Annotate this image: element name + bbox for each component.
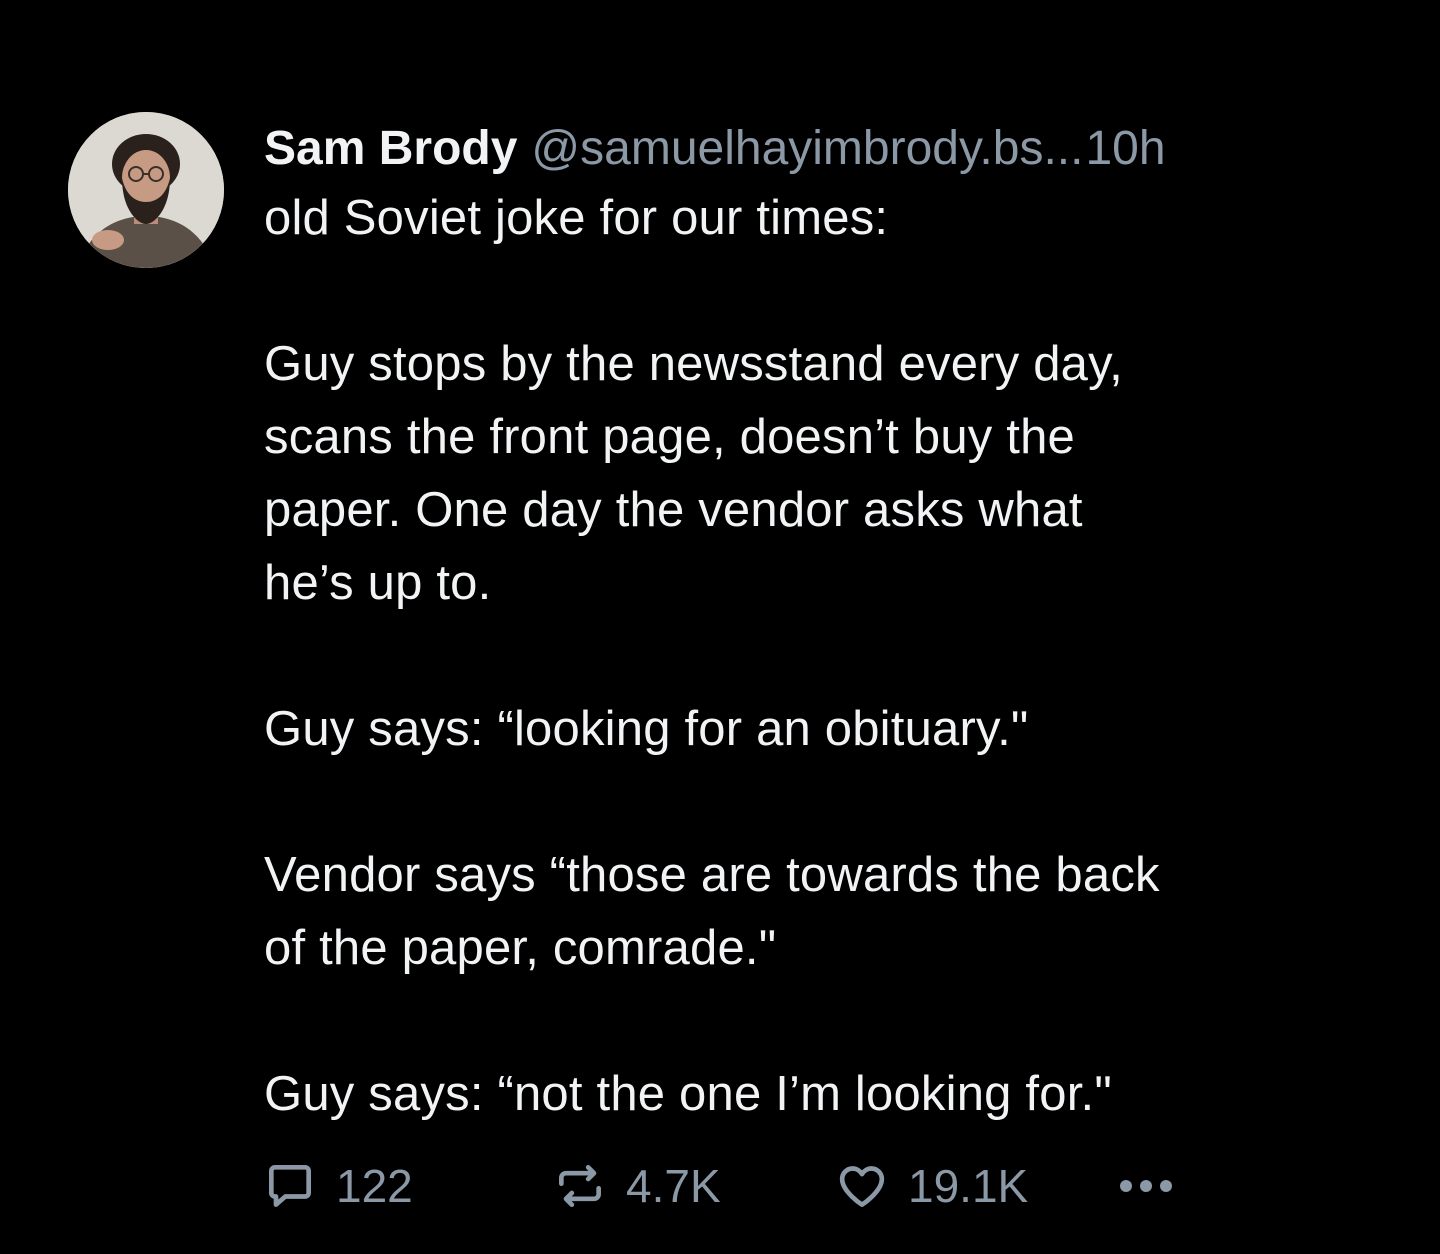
avatar[interactable] <box>68 112 224 268</box>
reply-count: 122 <box>336 1160 413 1212</box>
author-display-name[interactable]: Sam Brody <box>264 116 517 182</box>
post-line: scans the front page, doesn’t buy the <box>264 410 1075 464</box>
post-actions: 122 4.7K 19.1K <box>262 1156 1262 1216</box>
post-paragraph: Vendor says “those are towards the back … <box>264 839 1404 985</box>
post-body: old Soviet joke for our times: Guy stops… <box>264 182 1404 1131</box>
repost-icon <box>559 1165 601 1207</box>
post: Sam Brody @samuelhayimbrody.bs... 10h ol… <box>0 0 1440 1254</box>
like-count: 19.1K <box>908 1160 1029 1212</box>
post-line: old Soviet joke for our times: <box>264 191 889 245</box>
reply-button[interactable]: 122 <box>262 1156 413 1216</box>
post-paragraph: Guy says: “not the one I’m looking for." <box>264 1058 1404 1131</box>
post-paragraph: Guy stops by the newsstand every day, sc… <box>264 328 1404 620</box>
post-paragraph: Guy says: “looking for an obituary." <box>264 693 1404 766</box>
post-content: Sam Brody @samuelhayimbrody.bs... 10h ol… <box>264 116 1404 1131</box>
author-handle[interactable]: @samuelhayimbrody.bs... <box>531 116 1083 182</box>
heart-icon <box>839 1166 885 1207</box>
reply-icon <box>269 1165 311 1207</box>
like-button[interactable]: 19.1K <box>834 1156 1028 1216</box>
repost-button[interactable]: 4.7K <box>552 1156 721 1216</box>
more-icon <box>1120 1180 1172 1192</box>
post-line: Guy says: “not the one I’m looking for." <box>264 1067 1112 1121</box>
post-line: Vendor says “those are towards the back <box>264 848 1160 902</box>
post-line: he’s up to. <box>264 556 492 610</box>
avatar-image <box>68 112 224 268</box>
post-line: of the paper, comrade." <box>264 921 777 975</box>
repost-count: 4.7K <box>626 1160 721 1212</box>
post-header: Sam Brody @samuelhayimbrody.bs... 10h <box>264 116 1404 182</box>
post-line: Guy stops by the newsstand every day, <box>264 337 1123 391</box>
post-line: Guy says: “looking for an obituary." <box>264 702 1029 756</box>
post-timestamp[interactable]: 10h <box>1085 116 1165 182</box>
post-paragraph: old Soviet joke for our times: <box>264 182 1404 255</box>
more-options-button[interactable] <box>1114 1156 1178 1216</box>
post-line: paper. One day the vendor asks what <box>264 483 1083 537</box>
